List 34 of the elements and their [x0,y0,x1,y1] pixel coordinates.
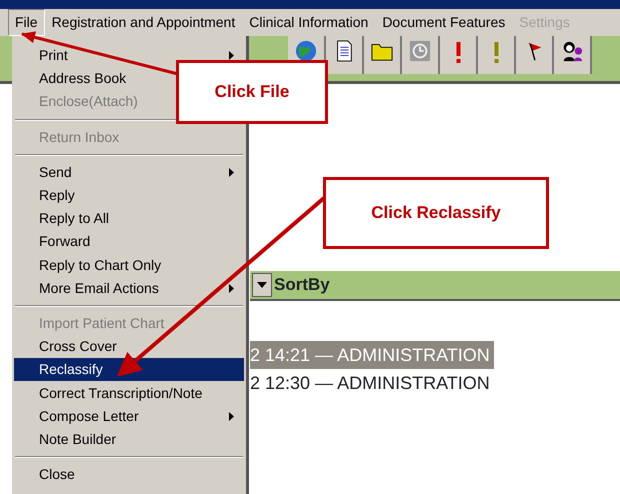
submenu-arrow-icon [229,284,234,293]
menu-item[interactable]: Note Builder [14,428,244,451]
menu-item[interactable]: Forward [14,230,244,254]
toolbar-button[interactable] [554,36,592,74]
exclamation-icon [456,40,460,64]
clock-icon [409,40,431,62]
menu-item[interactable]: Compose Letter [14,404,244,428]
menu-item[interactable]: Registration and Appointment [44,9,242,36]
globe-icon [295,40,317,62]
submenu-arrow-icon [229,412,234,421]
list-row[interactable]: 2 12:30 — ADMINISTRATION [250,369,494,397]
menu-item[interactable]: Send [14,160,244,184]
people-icon [561,40,583,62]
toolbar-button[interactable] [364,36,402,74]
menu-item[interactable]: Cross Cover [14,335,244,358]
submenu-arrow-icon [229,168,234,177]
menu-item[interactable]: Reply to All [14,207,244,230]
menu-item[interactable]: Correct Transcription/Note [14,381,244,405]
sort-label: SortBy [274,274,330,296]
menu-item[interactable]: Close [14,463,244,486]
menu-item[interactable]: Clinical Information [242,9,376,36]
submenu-arrow-icon [229,51,234,60]
dropdown-button[interactable] [252,273,272,297]
callout-tooltip: Click File [176,60,328,124]
exclamation-icon [494,40,498,64]
callout-tooltip: Click Reclassify [323,177,549,249]
menu-item[interactable]: Reclassify [14,358,244,382]
list-row[interactable]: 2 14:21 — ADMINISTRATION [250,341,494,369]
toolbar-button[interactable] [326,36,364,74]
menu-item[interactable]: More Email Actions [14,276,244,300]
menu-item[interactable]: Document Features [375,9,512,36]
menu-item[interactable]: Reply to Chart Only [14,254,244,277]
caret-icon [257,282,267,288]
menu-item[interactable]: Reply [14,184,244,208]
